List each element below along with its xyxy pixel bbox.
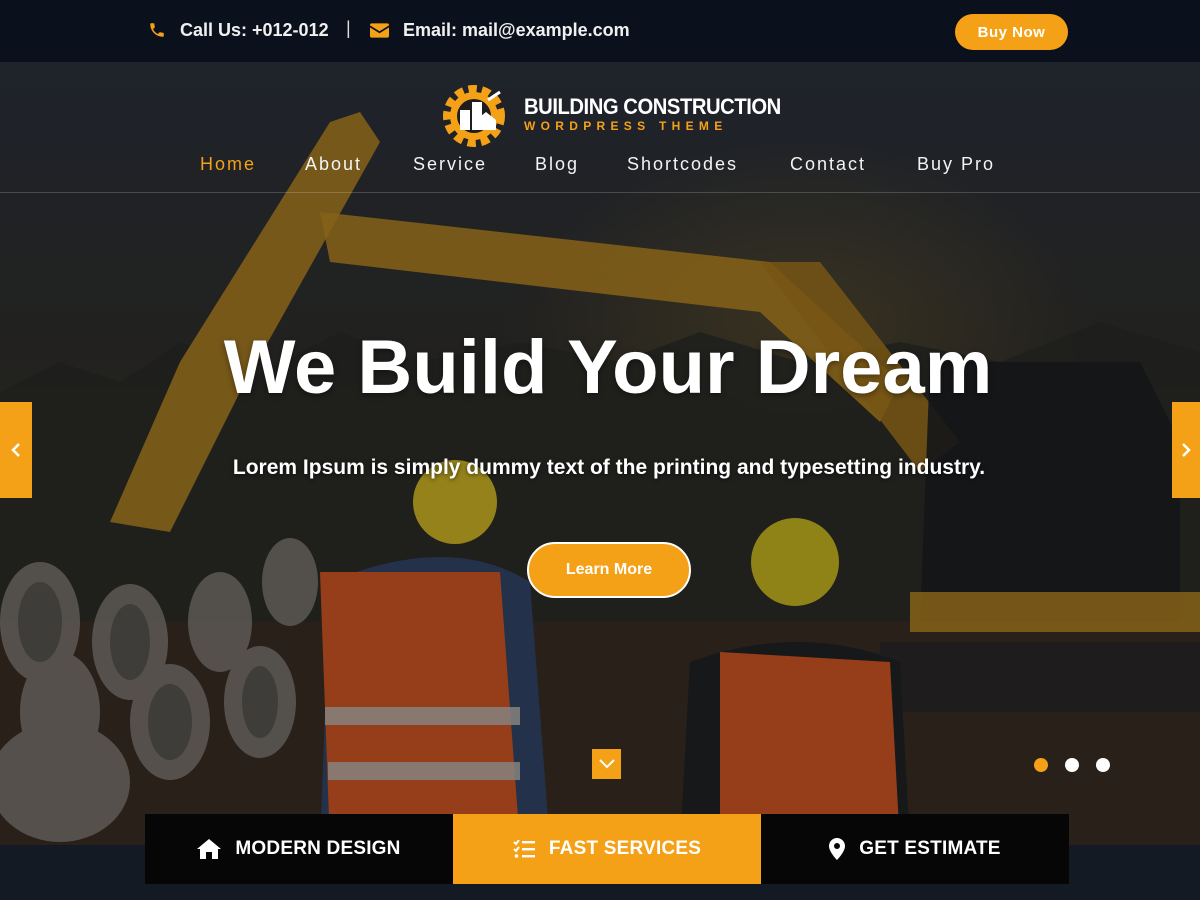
nav-item-contact[interactable]: Contact bbox=[790, 154, 866, 175]
nav-item-home[interactable]: Home bbox=[200, 154, 256, 175]
feature-modern-design[interactable]: MODERN DESIGN bbox=[145, 814, 453, 884]
phone-contact[interactable]: Call Us: +012-012 bbox=[148, 18, 329, 42]
slider-dot-2[interactable] bbox=[1065, 758, 1079, 772]
checklist-icon bbox=[513, 840, 535, 858]
gear-building-icon bbox=[443, 85, 505, 147]
email-text: Email: mail@example.com bbox=[403, 19, 630, 40]
feature-label: FAST SERVICES bbox=[548, 838, 702, 859]
feature-fast-services[interactable]: FAST SERVICES bbox=[453, 814, 761, 884]
feature-get-estimate[interactable]: GET ESTIMATE bbox=[761, 814, 1069, 884]
slider-next-button[interactable] bbox=[1172, 402, 1200, 498]
feature-bar: MODERN DESIGN FAST SERVICES GET ESTIMATE bbox=[145, 814, 1069, 884]
nav-item-about[interactable]: About bbox=[305, 154, 362, 175]
hero-overlay bbox=[0, 62, 1200, 845]
phone-icon bbox=[150, 23, 164, 37]
nav-item-blog[interactable]: Blog bbox=[535, 154, 579, 175]
nav-item-buy-pro[interactable]: Buy Pro bbox=[917, 154, 995, 175]
email-contact[interactable]: Email: mail@example.com bbox=[370, 18, 630, 42]
nav-item-shortcodes[interactable]: Shortcodes bbox=[627, 154, 738, 175]
chevron-down-icon bbox=[598, 759, 615, 769]
home-icon bbox=[197, 839, 222, 859]
top-bar: Call Us: +012-012 | Email: mail@example.… bbox=[0, 0, 1200, 62]
logo-title: BUILDING CONSTRUCTION bbox=[524, 94, 781, 119]
phone-text: Call Us: +012-012 bbox=[180, 19, 329, 40]
buy-now-button[interactable]: Buy Now bbox=[955, 14, 1068, 50]
hero-subheadline: Lorem Ipsum is simply dummy text of the … bbox=[232, 456, 986, 479]
hero-headline: We Build Your Dream bbox=[223, 325, 993, 410]
envelope-icon bbox=[370, 22, 389, 38]
feature-label: GET ESTIMATE bbox=[859, 838, 1001, 859]
logo-subtitle: WORDPRESS THEME bbox=[524, 119, 728, 133]
scroll-down-button[interactable] bbox=[592, 749, 621, 779]
main-nav: Home About Service Blog Shortcodes Conta… bbox=[0, 154, 1200, 178]
slider-dot-1[interactable] bbox=[1034, 758, 1048, 772]
learn-more-button[interactable]: Learn More bbox=[527, 542, 691, 598]
site-logo[interactable]: BUILDING CONSTRUCTION WORDPRESS THEME bbox=[436, 80, 803, 148]
nav-item-service[interactable]: Service bbox=[413, 154, 487, 175]
topbar-separator: | bbox=[346, 18, 351, 38]
hero-slider: BUILDING CONSTRUCTION WORDPRESS THEME Ho… bbox=[0, 62, 1200, 845]
chevron-left-icon bbox=[11, 443, 20, 457]
chevron-right-icon bbox=[1182, 443, 1191, 457]
slider-prev-button[interactable] bbox=[0, 402, 32, 498]
slider-pagination bbox=[1034, 758, 1110, 772]
slider-dot-3[interactable] bbox=[1096, 758, 1110, 772]
nav-divider bbox=[0, 192, 1200, 193]
map-pin-icon bbox=[829, 838, 846, 860]
feature-label: MODERN DESIGN bbox=[235, 838, 401, 859]
